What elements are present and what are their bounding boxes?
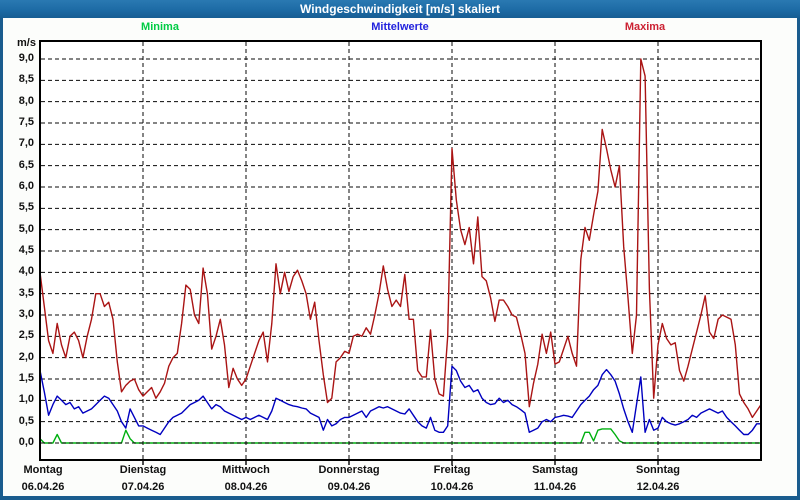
y-tick-label: 4,5 (18, 244, 34, 256)
x-axis-day-date: 07.04.26 (121, 481, 165, 493)
x-axis-day-date: 10.04.26 (430, 481, 474, 493)
x-axis-day-date: 12.04.26 (636, 481, 680, 493)
x-axis-day-name: Freitag (433, 464, 471, 476)
y-tick-label: 5,5 (18, 201, 34, 214)
y-tick-label: 5,0 (18, 222, 34, 235)
legend-label-maxima: Maxima (624, 21, 666, 33)
y-axis-unit-label: m/s (17, 37, 36, 49)
y-tick-label: 3,5 (18, 286, 34, 299)
x-axis-day-date: 09.04.26 (327, 481, 371, 493)
x-axis-day-date: 08.04.26 (224, 481, 268, 493)
y-tick-label: 2,5 (18, 329, 34, 342)
y-tick-label: 6,0 (18, 180, 34, 192)
y-tick-label: 8,0 (18, 94, 34, 107)
y-tick-label: 3,0 (18, 308, 34, 320)
x-axis-day-date: 06.04.26 (21, 481, 65, 493)
plot-area (39, 40, 762, 465)
y-tick-label: 9,0 (18, 52, 34, 64)
legend-label-minima: Minima (141, 21, 179, 33)
x-axis-day-name: Donnerstag (318, 464, 380, 476)
x-axis-day-name: Samstag (532, 464, 578, 476)
y-tick-label: 8,5 (18, 73, 34, 86)
window-border-left (0, 18, 3, 500)
x-axis-day-name: Dienstag (119, 464, 167, 476)
x-axis-day-name: Montag (23, 464, 63, 476)
x-axis-day-name: Mittwoch (222, 464, 270, 476)
y-tick-label: 0,0 (18, 436, 34, 448)
y-tick-label: 0,5 (18, 414, 34, 427)
window-border-bottom (0, 496, 800, 500)
y-tick-label: 1,0 (18, 393, 34, 406)
wind-chart-window: Windgeschwindigkeit [m/s] skaliert Minim… (0, 0, 800, 500)
x-axis-day-name: Sonntag (636, 464, 680, 476)
y-tick-label: 2,0 (18, 350, 34, 363)
legend-label-mittelwerte: Mittelwerte (371, 21, 429, 33)
x-axis-day-date: 11.04.26 (533, 481, 577, 493)
y-tick-label: 7,0 (18, 137, 34, 150)
y-tick-label: 4,0 (18, 265, 34, 278)
y-tick-label: 7,5 (18, 116, 34, 128)
y-tick-label: 1,5 (18, 372, 34, 384)
y-tick-label: 6,5 (18, 158, 34, 171)
